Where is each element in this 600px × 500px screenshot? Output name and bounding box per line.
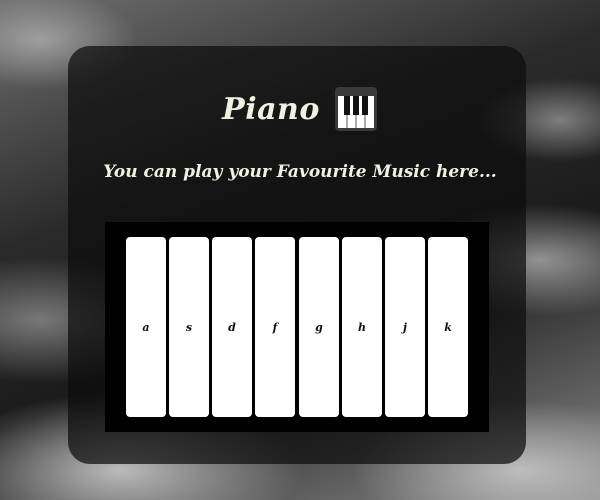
piano-key-j[interactable]: j	[385, 237, 425, 417]
key-label: d	[228, 320, 236, 334]
piano-key-a[interactable]: a	[126, 237, 166, 417]
page-title: Piano	[222, 91, 320, 127]
piano-key-g[interactable]: g	[299, 237, 339, 417]
key-label: f	[272, 320, 278, 334]
key-label: g	[315, 320, 323, 334]
piano-key-s[interactable]: s	[169, 237, 209, 417]
piano-keyboard: a s d f g h j k	[105, 222, 489, 432]
subtitle: You can play your Favourite Music here..…	[103, 162, 497, 182]
key-label: a	[142, 320, 150, 334]
piano-key-f[interactable]: f	[255, 237, 295, 417]
piano-keys-icon	[334, 87, 377, 131]
key-label: h	[358, 320, 366, 334]
piano-key-h[interactable]: h	[342, 237, 382, 417]
key-label: j	[403, 320, 407, 334]
title-row: Piano	[0, 84, 600, 134]
key-label: k	[444, 320, 452, 334]
piano-key-k[interactable]: k	[428, 237, 468, 417]
piano-key-d[interactable]: d	[212, 237, 252, 417]
key-label: s	[185, 320, 193, 334]
